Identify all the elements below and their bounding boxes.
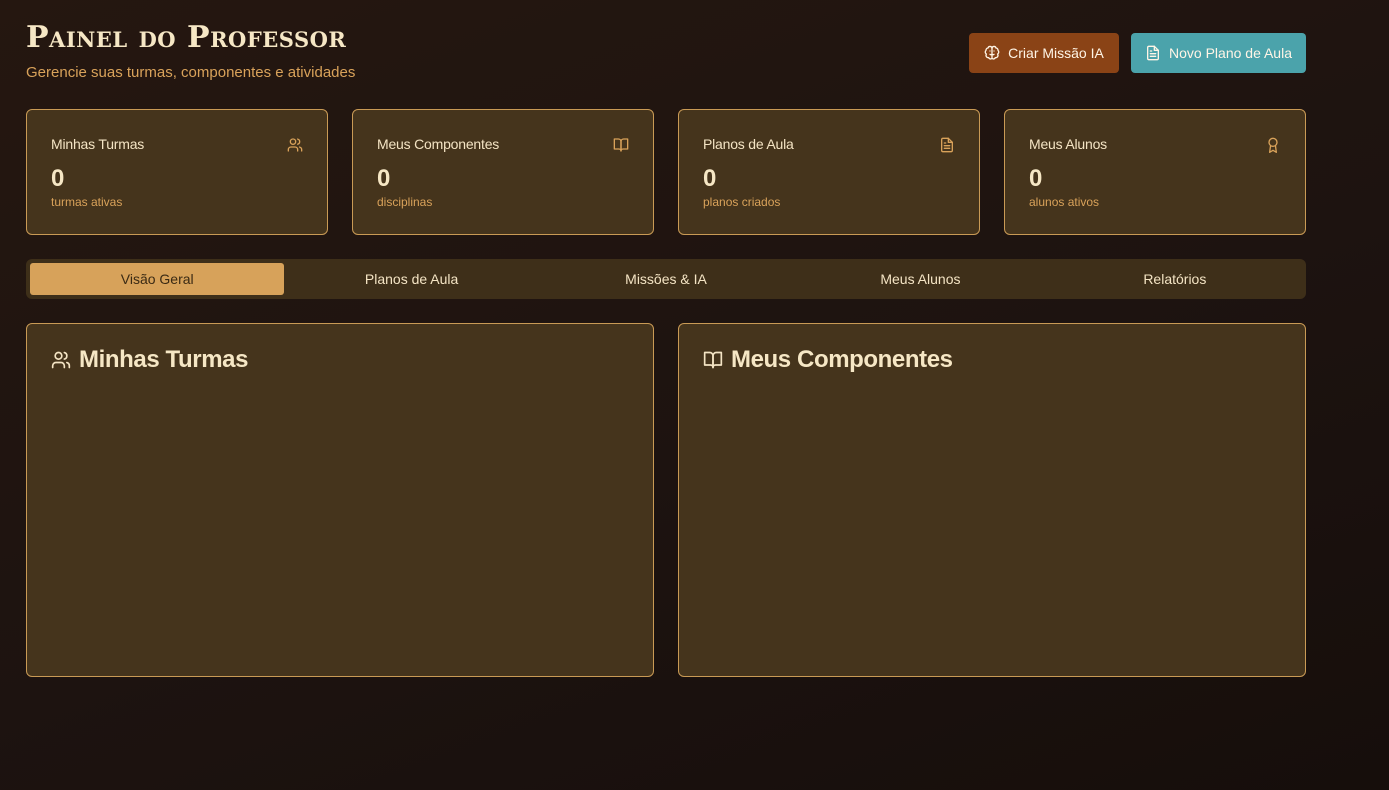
tab-planos-de-aula[interactable]: Planos de Aula bbox=[284, 263, 538, 295]
stat-caption: disciplinas bbox=[377, 195, 433, 209]
page-header: Painel do Professor Gerencie suas turmas… bbox=[26, 0, 1306, 110]
file-text-icon bbox=[939, 137, 955, 153]
tab-missoes-ia[interactable]: Missões & IA bbox=[539, 263, 793, 295]
stat-label: Meus Componentes bbox=[377, 136, 500, 152]
tab-relatorios[interactable]: Relatórios bbox=[1048, 263, 1302, 295]
award-icon bbox=[1265, 137, 1281, 153]
panel-title: Minhas Turmas bbox=[79, 346, 249, 373]
header-actions: Criar Missão IA Novo Plano de Aula bbox=[969, 33, 1306, 73]
dashboard-tabs: Visão Geral Planos de Aula Missões & IA … bbox=[26, 259, 1306, 299]
tab-meus-alunos[interactable]: Meus Alunos bbox=[793, 263, 1047, 295]
users-icon bbox=[51, 350, 71, 370]
stat-value: 0 bbox=[1029, 165, 1043, 192]
stat-caption: alunos ativos bbox=[1029, 195, 1100, 209]
create-ai-mission-label: Criar Missão IA bbox=[1008, 45, 1104, 61]
book-open-icon bbox=[703, 350, 723, 370]
stat-label: Meus Alunos bbox=[1029, 136, 1107, 152]
users-icon bbox=[287, 137, 303, 153]
stat-card-planos: Planos de Aula 0 planos criados bbox=[678, 109, 980, 235]
tab-visao-geral[interactable]: Visão Geral bbox=[30, 263, 285, 295]
stat-value: 0 bbox=[703, 165, 717, 192]
panel-title: Meus Componentes bbox=[731, 346, 953, 373]
create-ai-mission-button[interactable]: Criar Missão IA bbox=[969, 33, 1119, 73]
panel-header: Meus Componentes bbox=[703, 346, 953, 374]
overview-panels: Minhas Turmas Meus Componentes bbox=[26, 323, 1306, 677]
stat-value: 0 bbox=[51, 165, 65, 192]
brain-icon bbox=[984, 45, 1000, 60]
stats-row: Minhas Turmas 0 turmas ativas Meus Compo… bbox=[26, 109, 1306, 235]
page-subtitle: Gerencie suas turmas, componentes e ativ… bbox=[26, 64, 356, 81]
stat-card-alunos: Meus Alunos 0 alunos ativos bbox=[1004, 109, 1306, 235]
stat-caption: turmas ativas bbox=[51, 195, 123, 209]
panel-minhas-turmas: Minhas Turmas bbox=[26, 323, 654, 677]
panel-header: Minhas Turmas bbox=[51, 346, 248, 374]
stat-caption: planos criados bbox=[703, 195, 781, 209]
stat-card-turmas: Minhas Turmas 0 turmas ativas bbox=[26, 109, 328, 235]
file-text-icon bbox=[1147, 45, 1160, 61]
page-title: Painel do Professor bbox=[26, 20, 347, 55]
stat-value: 0 bbox=[377, 165, 391, 192]
stat-label: Planos de Aula bbox=[703, 136, 794, 152]
new-lesson-plan-button[interactable]: Novo Plano de Aula bbox=[1131, 33, 1306, 73]
panel-meus-componentes: Meus Componentes bbox=[678, 323, 1306, 677]
new-lesson-plan-label: Novo Plano de Aula bbox=[1169, 45, 1292, 61]
stat-label: Minhas Turmas bbox=[51, 136, 145, 152]
teacher-dashboard: Painel do Professor Gerencie suas turmas… bbox=[26, 0, 1306, 677]
book-open-icon bbox=[613, 137, 629, 153]
stat-card-componentes: Meus Componentes 0 disciplinas bbox=[352, 109, 654, 235]
